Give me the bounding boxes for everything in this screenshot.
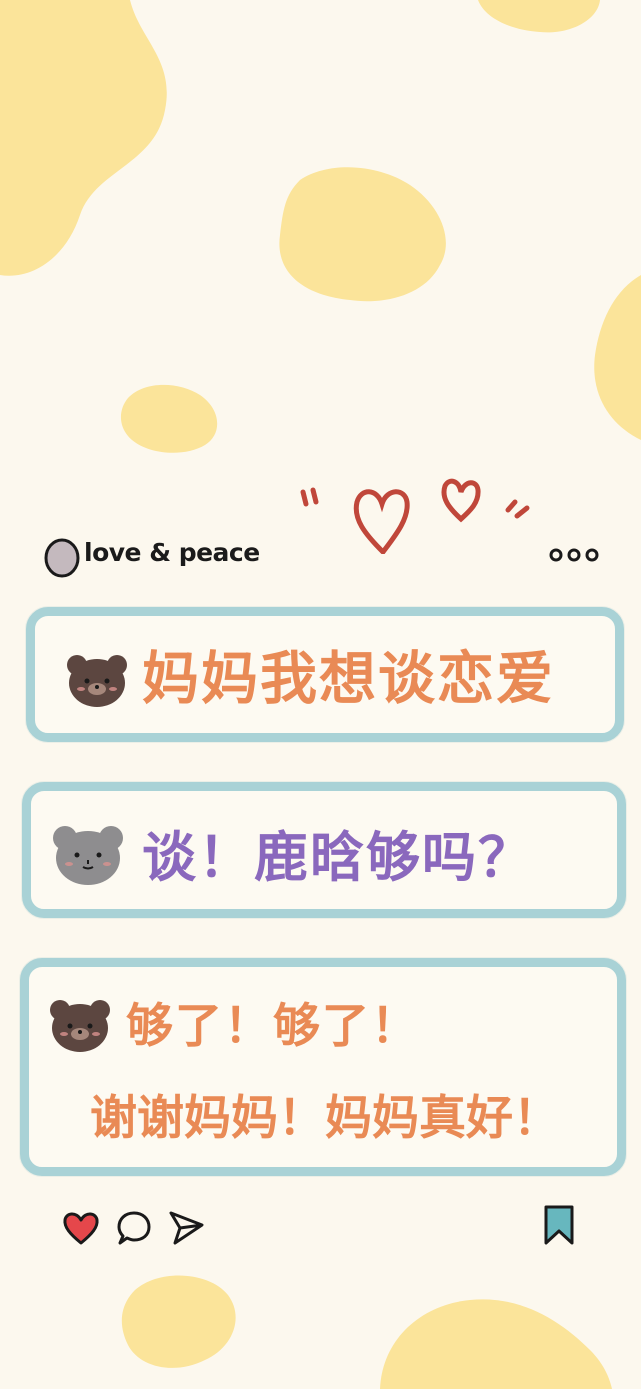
hearts-doodle-icon (300, 478, 530, 554)
blob-top-right (478, 0, 600, 33)
message-line: 谢谢妈妈！妈妈真好！ (90, 1091, 560, 1146)
message-line: 谈！鹿晗够吗？ (142, 826, 534, 889)
username[interactable]: love & peace (84, 538, 260, 567)
bookmark-icon[interactable] (541, 1203, 577, 1247)
send-icon[interactable] (166, 1207, 206, 1247)
message-line: 够了！够了！ (126, 999, 420, 1054)
blob-bottom-right (380, 1299, 612, 1389)
avatar[interactable] (43, 537, 81, 579)
blob-middle (279, 167, 446, 302)
message-text-2: 谈！鹿晗够吗？ (142, 818, 534, 898)
message-text-1: 妈妈我想谈恋爱 (142, 640, 555, 718)
message-text-3-line-1: 够了！够了！ (126, 992, 420, 1062)
comment-icon[interactable] (115, 1209, 153, 1247)
message-text-3-line-2: 谢谢妈妈！妈妈真好！ (90, 1084, 560, 1154)
blob-top-left (0, 0, 167, 276)
brown-bear-icon (67, 655, 127, 707)
blob-small (120, 384, 218, 453)
more-dots-icon[interactable] (548, 545, 600, 565)
message-line: 妈妈我想谈恋爱 (142, 646, 555, 712)
blob-bottom-left (121, 1275, 236, 1368)
heart-icon[interactable] (62, 1210, 100, 1246)
blob-right-edge (594, 275, 641, 440)
brown-bear-icon (50, 1000, 110, 1052)
gray-bear-icon (53, 826, 123, 885)
